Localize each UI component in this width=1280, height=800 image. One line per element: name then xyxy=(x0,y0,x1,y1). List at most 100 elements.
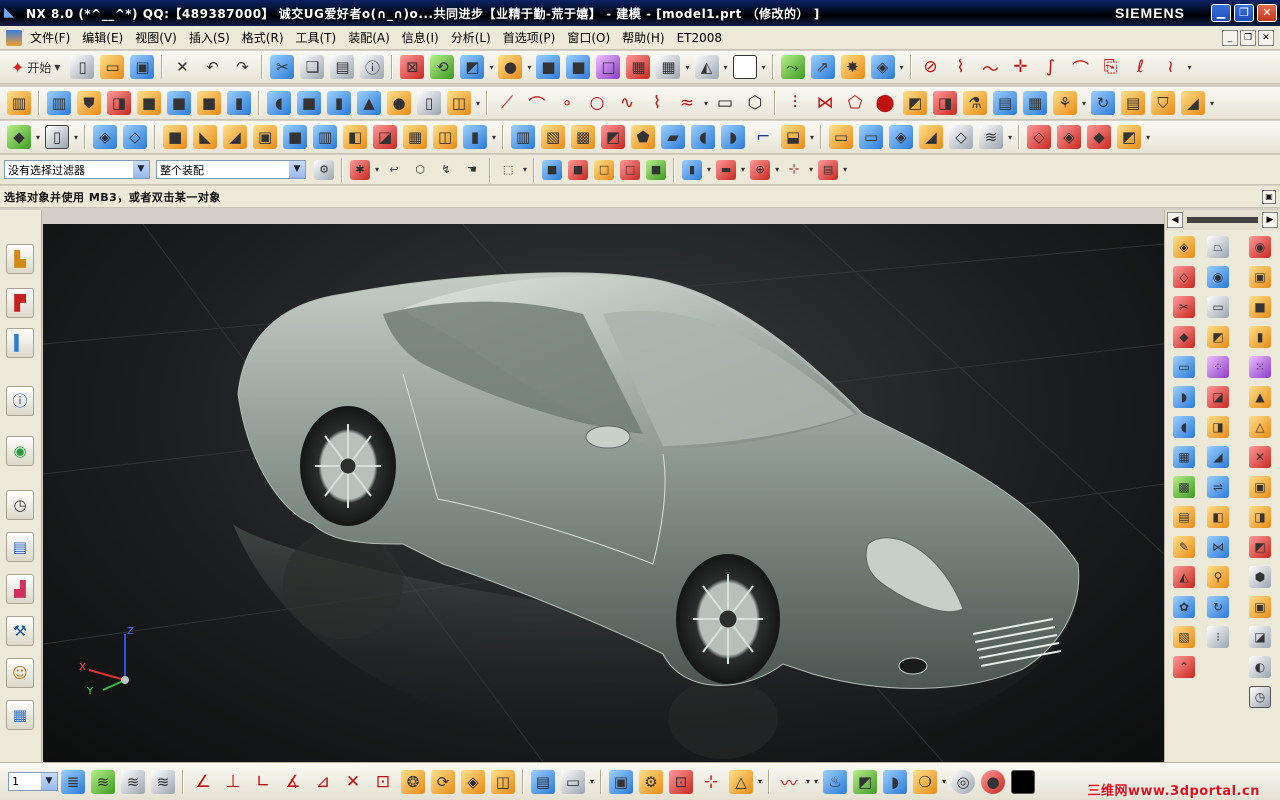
copy-to-layer-icon[interactable]: ≋ xyxy=(151,769,175,794)
pyramid-icon[interactable]: △ xyxy=(729,769,754,794)
extract-curve-icon[interactable]: ⚘ xyxy=(1053,91,1078,115)
dropdown-arrow-icon[interactable]: ▾ xyxy=(476,99,480,108)
law-curve-icon[interactable]: ⛉ xyxy=(1151,91,1176,115)
select-body-icon[interactable]: ■ xyxy=(542,159,563,180)
dropdown-arrow-icon[interactable]: ▾ xyxy=(843,165,847,174)
page-icon[interactable]: ⎘ xyxy=(1099,55,1123,79)
edge-blend-icon[interactable]: ■ xyxy=(163,125,188,149)
new-file-icon[interactable]: ▯ xyxy=(70,55,95,79)
hex-solid-icon[interactable]: ⬢ xyxy=(1249,566,1271,588)
chamfer-icon[interactable]: ◣ xyxy=(193,125,218,149)
dropdown-arrow-icon[interactable]: ▾ xyxy=(375,165,379,174)
offset-surface-icon[interactable]: ⬓ xyxy=(781,125,806,149)
doc-minimize-button[interactable]: _ xyxy=(1222,29,1238,46)
chamfer-strip-icon[interactable]: ◨ xyxy=(1207,416,1229,438)
select-face-icon[interactable]: ■ xyxy=(568,159,589,180)
dropdown-arrow-icon[interactable]: ▾ xyxy=(36,133,40,142)
dropdown-arrow-icon[interactable]: ▾ xyxy=(724,63,728,72)
dropdown-arrow-icon[interactable]: ▾ xyxy=(1146,133,1150,142)
cut-icon[interactable]: ✂ xyxy=(270,55,295,79)
helix-icon[interactable]: ↻ xyxy=(1091,91,1116,115)
section-icon[interactable]: ⌐ xyxy=(751,125,775,149)
curve-analysis-icon[interactable]: 〜 xyxy=(979,55,1003,80)
shaded-sphere-icon[interactable]: ● xyxy=(498,55,523,79)
wireframe-cube-icon[interactable]: □ xyxy=(596,55,621,79)
arc-center-icon[interactable]: ∘ xyxy=(555,91,579,115)
paste-icon[interactable]: ▤ xyxy=(330,55,355,79)
flip-icon[interactable]: ⇌ xyxy=(1207,476,1229,498)
menu-assemblies[interactable]: 装配(A) xyxy=(342,29,396,46)
collection-icon[interactable]: ◈ xyxy=(461,769,485,794)
dimension-icon[interactable]: ⊹ xyxy=(699,770,723,794)
menu-tools[interactable]: 工具(T) xyxy=(290,29,343,46)
expression-edit-icon[interactable]: ⚙ xyxy=(639,769,664,794)
attribute-icon[interactable]: ◫ xyxy=(491,769,515,794)
face-blend-icon[interactable]: ◢ xyxy=(223,125,248,149)
menu-help[interactable]: 帮助(H) xyxy=(616,29,670,46)
roles-icon[interactable]: ☺ xyxy=(6,658,34,688)
dropdown-arrow-icon[interactable]: ▾ xyxy=(590,777,594,786)
dropdown-arrow-icon[interactable]: ▾ xyxy=(489,63,493,72)
dropdown-arrow-icon[interactable]: ▾ xyxy=(762,63,766,72)
wcs-save-icon[interactable]: ⊡ xyxy=(371,770,395,794)
menu-format[interactable]: 格式(R) xyxy=(236,29,290,46)
fullscreen-icon[interactable]: ▣ xyxy=(1262,189,1276,204)
lasso-icon[interactable]: ↯ xyxy=(436,160,456,180)
selection-scope-select[interactable]: 整个装配 ▼ xyxy=(156,160,306,179)
tube-icon[interactable]: ▯ xyxy=(417,91,441,115)
intersection-icon[interactable]: ✛ xyxy=(1009,55,1033,79)
subtract-solid-icon[interactable]: ◨ xyxy=(1249,506,1271,528)
copy-icon[interactable]: ❏ xyxy=(300,55,325,79)
scroll-right-icon[interactable]: ▶ xyxy=(1262,212,1278,228)
polyline-icon[interactable]: ⌇ xyxy=(645,91,669,115)
group-icon[interactable]: ❂ xyxy=(401,769,425,794)
menu-file[interactable]: 文件(F) xyxy=(24,29,76,46)
select-feature-icon[interactable]: □ xyxy=(620,159,641,180)
surface-finish-icon[interactable]: ◩ xyxy=(853,769,878,794)
doc-restore-button[interactable]: ❐ xyxy=(1240,29,1256,46)
trim-icon[interactable]: ✂ xyxy=(1173,296,1195,318)
move-to-layer-icon[interactable]: ≋ xyxy=(121,769,145,794)
menu-analysis[interactable]: 分析(L) xyxy=(445,29,497,46)
unite-icon[interactable]: ◈ xyxy=(93,125,118,149)
project-curve-icon[interactable]: ◩ xyxy=(903,91,928,115)
surface-analysis-icon[interactable]: ◇ xyxy=(1027,125,1052,149)
cloud-icon[interactable]: ❍ xyxy=(913,769,938,794)
mirror-curve-icon[interactable]: ⚗ xyxy=(963,91,988,115)
orient-view-icon[interactable]: ◩ xyxy=(460,55,485,79)
menu-view[interactable]: 视图(V) xyxy=(129,29,183,46)
ruler-icon[interactable]: ▭ xyxy=(561,769,585,794)
wcs-dynamics-icon[interactable]: ⊥ xyxy=(221,770,245,794)
combine-icon[interactable]: ▣ xyxy=(1249,266,1271,288)
drag-handle[interactable] xyxy=(1187,217,1258,223)
nx-app-icon[interactable]: ◣ xyxy=(4,5,22,21)
sweep-surface-icon[interactable]: ◖ xyxy=(1173,416,1195,438)
info-icon[interactable]: ⓘ xyxy=(6,386,34,416)
layer-settings-icon[interactable]: ≣ xyxy=(61,769,85,794)
measure-icon[interactable]: ⌇ xyxy=(949,55,973,79)
open-folder-icon[interactable]: ▭ xyxy=(100,55,125,79)
shaded-cube-icon[interactable]: ■ xyxy=(536,55,561,79)
select-curve-icon[interactable]: ▬ xyxy=(716,159,737,180)
wcs-xc-icon[interactable]: ✕ xyxy=(341,770,365,794)
ribbon-icon[interactable]: ◧ xyxy=(1207,506,1229,528)
rotate-icon[interactable]: ↻ xyxy=(1207,596,1229,618)
intersect-icon[interactable]: ◩ xyxy=(1249,536,1271,558)
four-point-surface-icon[interactable]: ◇ xyxy=(1173,266,1195,288)
shapes-icon[interactable]: ◆ xyxy=(7,125,31,149)
section-cube-icon[interactable]: ▦ xyxy=(626,55,651,79)
layers-visible-icon[interactable]: ≋ xyxy=(91,769,115,794)
properties-icon[interactable]: ⓘ xyxy=(360,55,385,79)
dropdown-arrow-icon[interactable]: ▾ xyxy=(74,133,78,142)
through-curves-icon[interactable]: ▥ xyxy=(511,125,536,149)
n-sided-icon[interactable]: ⬟ xyxy=(631,125,656,149)
split-body-icon[interactable]: ◪ xyxy=(373,125,398,149)
wcs-rotate-icon[interactable]: ∟ xyxy=(251,770,275,794)
nx5-icon[interactable]: ◨ xyxy=(107,91,131,115)
boss-icon[interactable]: ■ xyxy=(297,91,321,115)
fit-view-icon[interactable]: ⊠ xyxy=(400,55,425,79)
trimmed-sheet-icon[interactable]: ▭ xyxy=(829,125,854,149)
menu-et2008[interactable]: ET2008 xyxy=(671,31,728,45)
array-icon[interactable]: ⁝ xyxy=(1207,626,1229,648)
shaded-edges-icon[interactable]: ■ xyxy=(566,55,591,79)
